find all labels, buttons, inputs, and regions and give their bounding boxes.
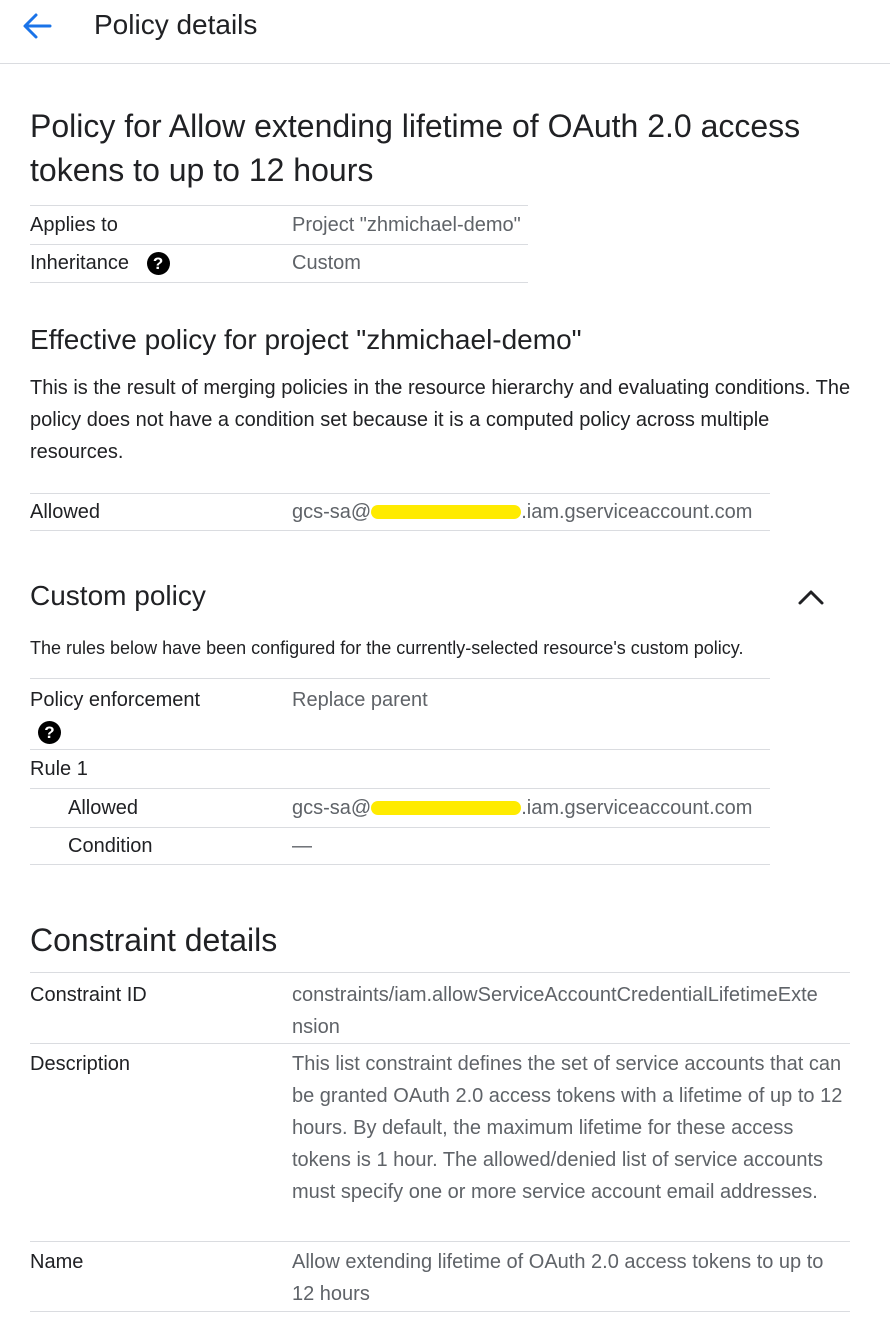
constraint-table: Constraint ID constraints/iam.allowServi… — [30, 972, 850, 1312]
constraint-description-label: Description — [30, 1053, 131, 1075]
applies-to-label: Applies to — [30, 213, 118, 236]
effective-policy-table: Allowed gcs-sa@ .iam.gserviceaccount.com — [30, 493, 770, 531]
inheritance-label: Inheritance — [30, 251, 129, 274]
constraint-description-row: Description This list constraint defines… — [30, 1043, 850, 1241]
page-title: Policy details — [94, 9, 258, 40]
effective-policy-description: This is the result of merging policies i… — [30, 377, 851, 463]
custom-allowed-row: Allowed gcs-sa@ .iam.gserviceaccount.com — [30, 788, 770, 827]
constraint-id-label: Constraint ID — [30, 984, 147, 1006]
help-icon[interactable]: ? — [38, 721, 61, 745]
constraint-details-title: Constraint details — [30, 922, 278, 958]
help-icon[interactable]: ? — [146, 252, 170, 276]
constraint-description-value: This list constraint defines the set of … — [292, 1053, 843, 1203]
constraint-id-value: constraints/iam.allowServiceAccountCrede… — [292, 984, 818, 1038]
effective-allowed-value: gcs-sa@ .iam.gserviceaccount.com — [292, 500, 753, 523]
condition-value: — — [292, 834, 312, 857]
custom-policy-table: Policy enforcement ? Replace parent Rule… — [30, 678, 770, 865]
applies-to-row: Applies to Project "zhmichael-demo" — [30, 205, 528, 244]
custom-policy-title: Custom policy — [30, 580, 206, 611]
redaction-mark — [371, 801, 522, 816]
constraint-id-row: Constraint ID constraints/iam.allowServi… — [30, 972, 850, 1043]
condition-label: Condition — [68, 834, 153, 857]
constraint-name-label: Name — [30, 1251, 84, 1273]
app-bar: Policy details — [0, 0, 890, 64]
inheritance-value: Custom — [292, 252, 361, 274]
effective-allowed-label: Allowed — [30, 500, 101, 523]
effective-policy-title: Effective policy for project "zhmichael-… — [30, 324, 582, 355]
redaction-mark — [371, 505, 522, 520]
rule-row: Rule 1 — [30, 749, 770, 788]
enforcement-row: Policy enforcement ? Replace parent — [30, 678, 770, 749]
applies-to-value: Project "zhmichael-demo" — [292, 213, 521, 236]
enforcement-value: Replace parent — [292, 689, 428, 711]
rule-label: Rule 1 — [30, 757, 88, 780]
custom-allowed-label: Allowed — [68, 796, 139, 819]
enforcement-label: Policy enforcement — [30, 689, 201, 711]
custom-allowed-value: gcs-sa@ .iam.gserviceaccount.com — [292, 796, 753, 819]
condition-row: Condition — — [30, 827, 770, 865]
policy-summary-table: Applies to Project "zhmichael-demo" Inhe… — [30, 205, 528, 283]
chevron-up-icon[interactable] — [796, 584, 826, 610]
constraint-name-value: Allow extending lifetime of OAuth 2.0 ac… — [292, 1251, 824, 1305]
policy-title: Policy for Allow extending lifetime of O… — [30, 108, 801, 188]
inheritance-row: Inheritance ? Custom — [30, 244, 528, 283]
custom-policy-description: The rules below have been configured for… — [30, 638, 744, 658]
constraint-name-row: Name Allow extending lifetime of OAuth 2… — [30, 1241, 850, 1312]
arrow-back-icon[interactable] — [20, 10, 56, 42]
effective-allowed-row: Allowed gcs-sa@ .iam.gserviceaccount.com — [30, 493, 770, 531]
